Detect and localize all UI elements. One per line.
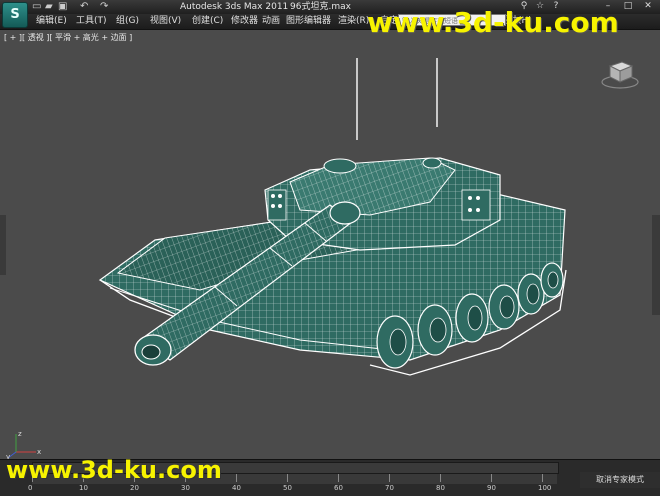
timeline-tick	[542, 474, 543, 482]
tank-model[interactable]	[0, 30, 660, 460]
timeline-tick	[338, 474, 339, 482]
timeline-tick-label: 0	[28, 484, 33, 492]
timeline-tick-label: 80	[436, 484, 445, 492]
timeline-tick-label: 100	[538, 484, 552, 492]
axis-x-label: x	[37, 448, 41, 456]
timeline-tick-label: 10	[79, 484, 88, 492]
menu-rendering[interactable]: 渲染(R)	[338, 15, 369, 28]
watermark-bottom: www.3d-ku.com	[6, 456, 222, 484]
open-icon[interactable]: ▰	[45, 1, 53, 13]
timeline-tick-label: 60	[334, 484, 343, 492]
timeline-tick-label: 30	[181, 484, 190, 492]
timeline-tick	[389, 474, 390, 482]
timeline-tick-label: 90	[487, 484, 496, 492]
menu-modifiers[interactable]: 修改器	[231, 15, 258, 28]
menu-create[interactable]: 创建(C)	[192, 15, 223, 28]
menu-graph-editors[interactable]: 图形编辑器	[286, 15, 331, 28]
timeline-tick-label: 70	[385, 484, 394, 492]
timeline-tick-label: 50	[283, 484, 292, 492]
menu-edit[interactable]: 编辑(E)	[36, 15, 67, 28]
app-title: Autodesk 3ds Max 2011	[180, 2, 289, 12]
app-logo-icon[interactable]: S	[2, 2, 28, 28]
menu-views[interactable]: 视图(V)	[150, 15, 181, 28]
menu-group[interactable]: 组(G)	[116, 15, 139, 28]
undo-icon[interactable]: ↶	[80, 1, 88, 13]
timeline-tick	[287, 474, 288, 482]
watermark-top: www.3d-ku.com	[367, 6, 619, 39]
save-icon[interactable]: ▣	[58, 1, 67, 13]
timeline-tick	[491, 474, 492, 482]
menu-animation[interactable]: 动画	[262, 15, 280, 28]
redo-icon[interactable]: ↷	[100, 1, 108, 13]
timeline-tick-label: 20	[130, 484, 139, 492]
close-icon[interactable]: ✕	[640, 0, 656, 13]
new-icon[interactable]: ▭	[32, 1, 41, 13]
file-title: 96式坦克.max	[290, 2, 351, 12]
timeline-tick	[440, 474, 441, 482]
expert-mode-button[interactable]: 取消专家模式	[580, 472, 660, 488]
menu-tools[interactable]: 工具(T)	[76, 15, 107, 28]
timeline-tick-label: 40	[232, 484, 241, 492]
maximize-icon[interactable]: □	[620, 0, 636, 13]
perspective-viewport[interactable]: [ + ][ 透视 ][ 平滑 + 高光 + 边面 ] x z y	[0, 29, 660, 460]
timeline-tick	[236, 474, 237, 482]
axis-z-label: z	[18, 430, 22, 438]
